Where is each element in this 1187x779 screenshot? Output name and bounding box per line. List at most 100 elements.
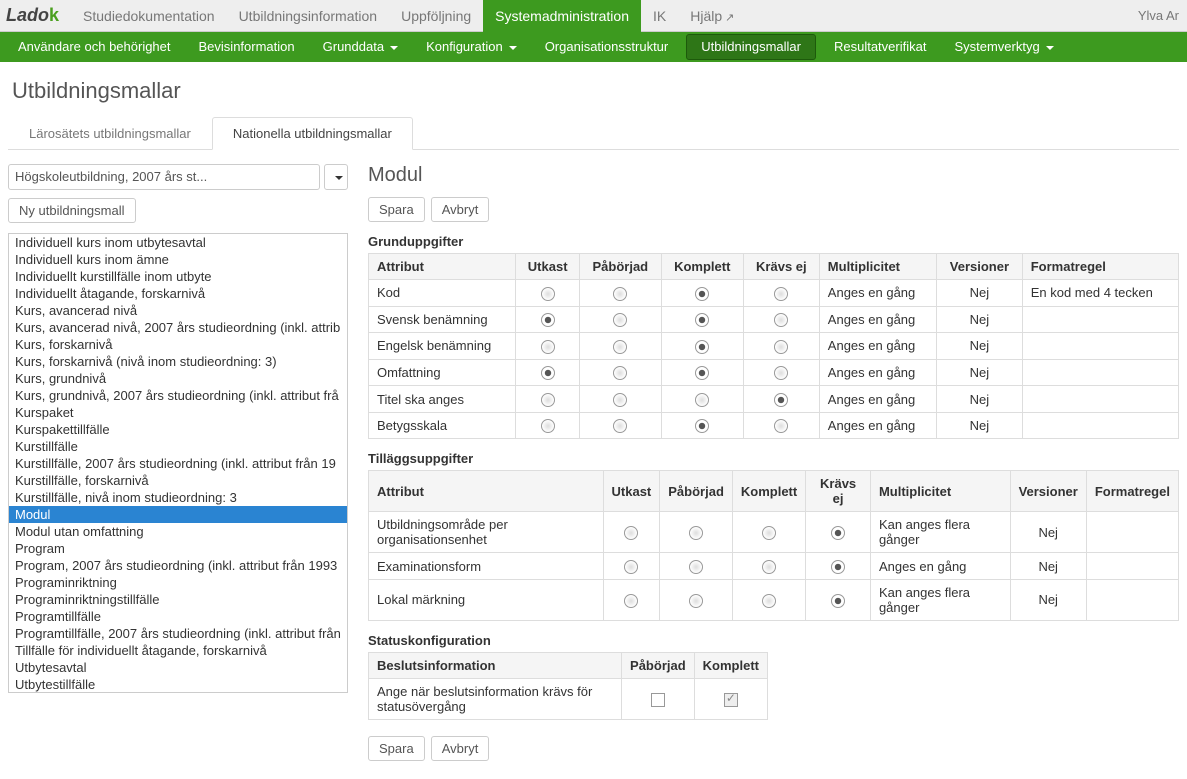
- list-item[interactable]: Kurspaket: [9, 404, 347, 421]
- filter-select[interactable]: Högskoleutbildning, 2007 års st...: [8, 164, 320, 190]
- radio-icon[interactable]: [613, 366, 627, 380]
- subnav-item[interactable]: Konfiguration: [412, 32, 531, 62]
- list-item[interactable]: Programinriktningstillfälle: [9, 591, 347, 608]
- save-button-bottom[interactable]: Spara: [368, 736, 425, 761]
- radio-icon[interactable]: [541, 393, 555, 407]
- list-item[interactable]: Individuell kurs inom ämne: [9, 251, 347, 268]
- radio-icon[interactable]: [613, 340, 627, 354]
- radio-icon[interactable]: [624, 560, 638, 574]
- list-item[interactable]: Tillfälle för individuellt åtagande, for…: [9, 642, 347, 659]
- list-item[interactable]: Modul: [9, 506, 347, 523]
- list-item[interactable]: Program: [9, 540, 347, 557]
- list-item[interactable]: Utbytestillfälle: [9, 676, 347, 693]
- filter-select-label: Högskoleutbildning, 2007 års st...: [15, 165, 207, 189]
- checkbox-icon[interactable]: [651, 693, 665, 707]
- list-item[interactable]: Kurs, grundnivå: [9, 370, 347, 387]
- right-column: Modul Spara Avbryt Grunduppgifter Attrib…: [368, 164, 1179, 771]
- checkbox-icon[interactable]: [724, 693, 738, 707]
- radio-icon[interactable]: [774, 340, 788, 354]
- logo-k: k: [49, 5, 59, 25]
- topnav-item[interactable]: Systemadministration: [483, 0, 641, 32]
- list-item[interactable]: Kurstillfälle, 2007 års studieordning (i…: [9, 455, 347, 472]
- subnav-item[interactable]: Organisationsstruktur: [531, 32, 683, 62]
- subnav-item[interactable]: Grunddata: [309, 32, 412, 62]
- list-item[interactable]: Kurstillfälle, forskarnivå: [9, 472, 347, 489]
- radio-icon[interactable]: [762, 560, 776, 574]
- radio-icon[interactable]: [774, 366, 788, 380]
- radio-icon[interactable]: [695, 419, 709, 433]
- radio-icon[interactable]: [695, 287, 709, 301]
- radio-icon[interactable]: [695, 313, 709, 327]
- save-button-top[interactable]: Spara: [368, 197, 425, 222]
- radio-icon[interactable]: [689, 594, 703, 608]
- topnav-item[interactable]: Uppföljning: [389, 0, 483, 32]
- table-row: BetygsskalaAnges en gångNej: [369, 412, 1179, 439]
- list-item[interactable]: Individuellt åtagande, forskarnivå: [9, 285, 347, 302]
- subnav-item[interactable]: Användare och behörighet: [4, 32, 185, 62]
- radio-icon[interactable]: [695, 366, 709, 380]
- subnav-item[interactable]: Utbildningsmallar: [686, 34, 816, 60]
- radio-icon[interactable]: [624, 594, 638, 608]
- fmt-cell: [1086, 512, 1178, 553]
- radio-icon[interactable]: [613, 419, 627, 433]
- table-header: Multiplicitet: [819, 254, 936, 280]
- filter-select-dropdown[interactable]: [324, 164, 348, 190]
- radio-icon[interactable]: [613, 313, 627, 327]
- tab[interactable]: Lärosätets utbildningsmallar: [8, 117, 212, 150]
- radio-icon[interactable]: [541, 313, 555, 327]
- radio-icon[interactable]: [541, 287, 555, 301]
- list-item[interactable]: Kurspakettillfälle: [9, 421, 347, 438]
- radio-icon[interactable]: [613, 393, 627, 407]
- list-item[interactable]: Programtillfälle: [9, 608, 347, 625]
- radio-icon[interactable]: [695, 340, 709, 354]
- radio-icon[interactable]: [774, 287, 788, 301]
- topnav-item[interactable]: Utbildningsinformation: [227, 0, 390, 32]
- topnav-item[interactable]: Studiedokumentation: [71, 0, 227, 32]
- user-name[interactable]: Ylva Ar: [1138, 0, 1187, 32]
- radio-icon[interactable]: [541, 340, 555, 354]
- radio-icon[interactable]: [541, 366, 555, 380]
- radio-icon[interactable]: [762, 526, 776, 540]
- list-item[interactable]: Kurstillfälle, nivå inom studieordning: …: [9, 489, 347, 506]
- radio-icon[interactable]: [831, 560, 845, 574]
- list-item[interactable]: Kurs, forskarnivå: [9, 336, 347, 353]
- list-item[interactable]: Kurstillfälle: [9, 438, 347, 455]
- radio-icon[interactable]: [774, 419, 788, 433]
- topnav-item[interactable]: Hjälp: [678, 0, 746, 32]
- attr-cell: Lokal märkning: [369, 579, 604, 620]
- subnav-item[interactable]: Resultatverifikat: [820, 32, 940, 62]
- subnav: Användare och behörighetBevisinformation…: [0, 32, 1187, 62]
- logo-main: Lado: [6, 5, 49, 25]
- radio-icon[interactable]: [762, 594, 776, 608]
- radio-icon[interactable]: [613, 287, 627, 301]
- list-item[interactable]: Kurs, avancerad nivå, 2007 års studieord…: [9, 319, 347, 336]
- radio-icon[interactable]: [695, 393, 709, 407]
- cancel-button-top[interactable]: Avbryt: [431, 197, 490, 222]
- template-list[interactable]: Individuell kurs inom utbytesavtalIndivi…: [8, 233, 348, 693]
- subnav-item[interactable]: Systemverktyg: [940, 32, 1067, 62]
- radio-icon[interactable]: [831, 526, 845, 540]
- list-item[interactable]: Kurs, grundnivå, 2007 års studieordning …: [9, 387, 347, 404]
- radio-icon[interactable]: [541, 419, 555, 433]
- radio-icon[interactable]: [624, 526, 638, 540]
- list-item[interactable]: Individuell kurs inom utbytesavtal: [9, 234, 347, 251]
- subnav-item[interactable]: Bevisinformation: [185, 32, 309, 62]
- list-item[interactable]: Program, 2007 års studieordning (inkl. a…: [9, 557, 347, 574]
- radio-icon[interactable]: [774, 393, 788, 407]
- list-item[interactable]: Kurs, avancerad nivå: [9, 302, 347, 319]
- list-item[interactable]: Kurs, forskarnivå (nivå inom studieordni…: [9, 353, 347, 370]
- list-item[interactable]: Utbytesavtal: [9, 659, 347, 676]
- list-item[interactable]: Programinriktning: [9, 574, 347, 591]
- list-item[interactable]: Modul utan omfattning: [9, 523, 347, 540]
- ver-cell: Nej: [937, 359, 1023, 386]
- radio-icon[interactable]: [689, 526, 703, 540]
- list-item[interactable]: Individuellt kurstillfälle inom utbyte: [9, 268, 347, 285]
- radio-icon[interactable]: [689, 560, 703, 574]
- cancel-button-bottom[interactable]: Avbryt: [431, 736, 490, 761]
- new-template-button[interactable]: Ny utbildningsmall: [8, 198, 136, 223]
- topnav-item[interactable]: IK: [641, 0, 678, 32]
- radio-icon[interactable]: [831, 594, 845, 608]
- radio-icon[interactable]: [774, 313, 788, 327]
- list-item[interactable]: Programtillfälle, 2007 års studieordning…: [9, 625, 347, 642]
- tab[interactable]: Nationella utbildningsmallar: [212, 117, 413, 150]
